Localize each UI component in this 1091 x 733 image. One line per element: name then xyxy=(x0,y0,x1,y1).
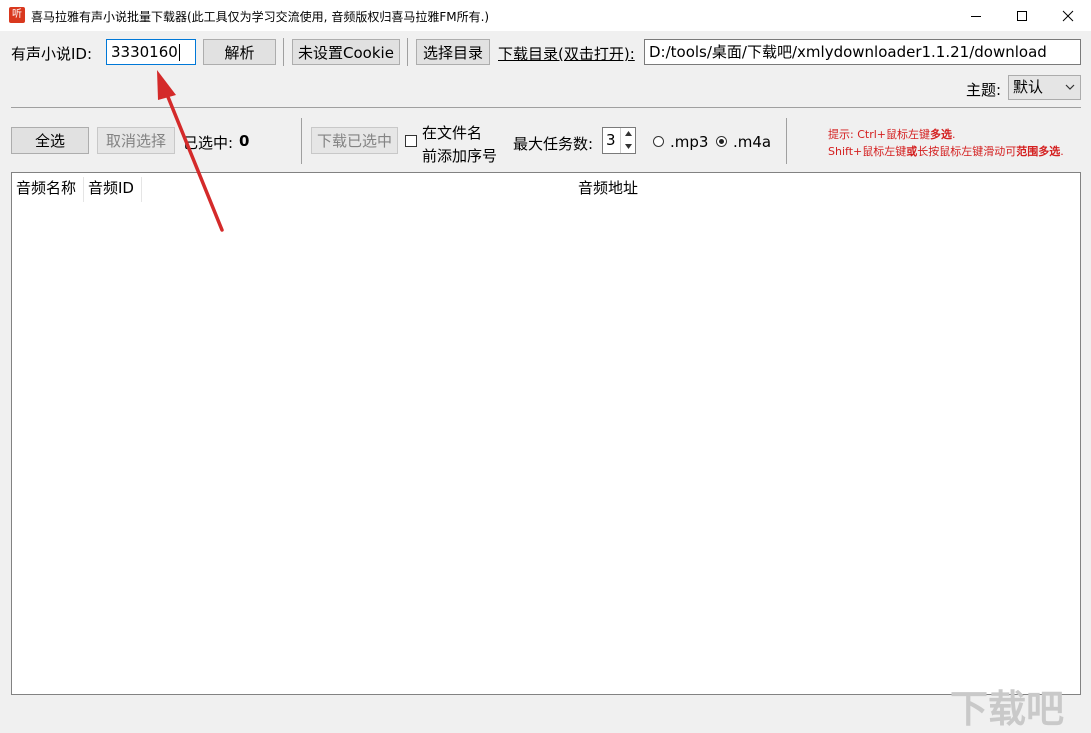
annotation-arrow xyxy=(157,70,224,232)
watermark: 下载吧 xyxy=(950,687,1065,731)
